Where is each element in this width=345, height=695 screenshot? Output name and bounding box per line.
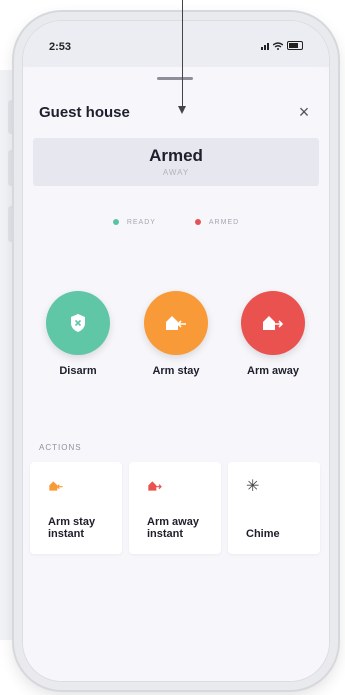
signal-icon bbox=[261, 43, 269, 50]
arm-away-label: Arm away bbox=[247, 365, 299, 377]
arm-away-instant-card[interactable]: Arm away instant bbox=[129, 462, 221, 554]
legend-dot bbox=[112, 219, 119, 226]
arm-stay-label: Arm stay bbox=[152, 365, 200, 377]
arm-stay-instant-card[interactable]: Arm stay instant bbox=[30, 462, 122, 554]
wifi-icon bbox=[273, 42, 283, 50]
arm-buttons-row: Disarm Arm stay Arm away bbox=[23, 291, 329, 377]
legend-dot bbox=[194, 219, 201, 226]
house-arrow-in-icon bbox=[166, 316, 186, 330]
disarm-label: Disarm bbox=[59, 365, 97, 377]
status-sub: AWAY bbox=[162, 168, 190, 177]
shield-x-icon bbox=[71, 314, 85, 332]
battery-icon bbox=[287, 41, 303, 50]
close-icon[interactable]: × bbox=[295, 103, 313, 121]
alarm-sheet: Guest house × Armed AWAY READY ARMED Dis… bbox=[23, 67, 329, 681]
status-main: Armed bbox=[149, 146, 203, 165]
arm-away-circle[interactable] bbox=[241, 291, 305, 355]
arm-status-box: Armed AWAY bbox=[33, 138, 319, 186]
status-icons bbox=[261, 41, 303, 50]
arm-stay-circle[interactable] bbox=[144, 291, 208, 355]
legend-ready: READY bbox=[112, 219, 156, 226]
arm-stay-button[interactable]: Arm stay bbox=[136, 291, 216, 377]
action-label: Arm away instant bbox=[147, 516, 199, 540]
status-bar: 2:53 bbox=[23, 21, 329, 67]
sheet-grabber[interactable] bbox=[157, 77, 193, 80]
status-legend: READY ARMED bbox=[23, 219, 329, 226]
arm-away-button[interactable]: Arm away bbox=[233, 291, 313, 377]
house-arrow-out-icon bbox=[148, 481, 162, 491]
status-time: 2:53 bbox=[49, 41, 72, 53]
asterisk-icon: ✳ bbox=[246, 478, 260, 495]
phone-screen: 2:53 Guest house × Armed AWAY READY ARME… bbox=[22, 20, 330, 682]
actions-cards: Arm stay instant Arm away instant ✳ Chim… bbox=[30, 462, 322, 554]
annotation-arrow-icon bbox=[178, 106, 186, 114]
disarm-button[interactable]: Disarm bbox=[38, 291, 118, 377]
action-label: Arm stay instant bbox=[48, 516, 96, 540]
house-arrow-out-icon bbox=[263, 316, 284, 330]
house-arrow-in-icon bbox=[49, 481, 63, 491]
sheet-title: Guest house bbox=[39, 104, 130, 121]
phone-frame: 2:53 Guest house × Armed AWAY READY ARME… bbox=[14, 12, 338, 690]
annotation-pointer-line bbox=[182, 0, 183, 108]
action-label: Chime bbox=[246, 528, 280, 540]
legend-armed: ARMED bbox=[194, 219, 239, 226]
disarm-circle[interactable] bbox=[46, 291, 110, 355]
actions-section-label: ACTIONS bbox=[39, 443, 82, 452]
chime-card[interactable]: ✳ Chime bbox=[228, 462, 320, 554]
